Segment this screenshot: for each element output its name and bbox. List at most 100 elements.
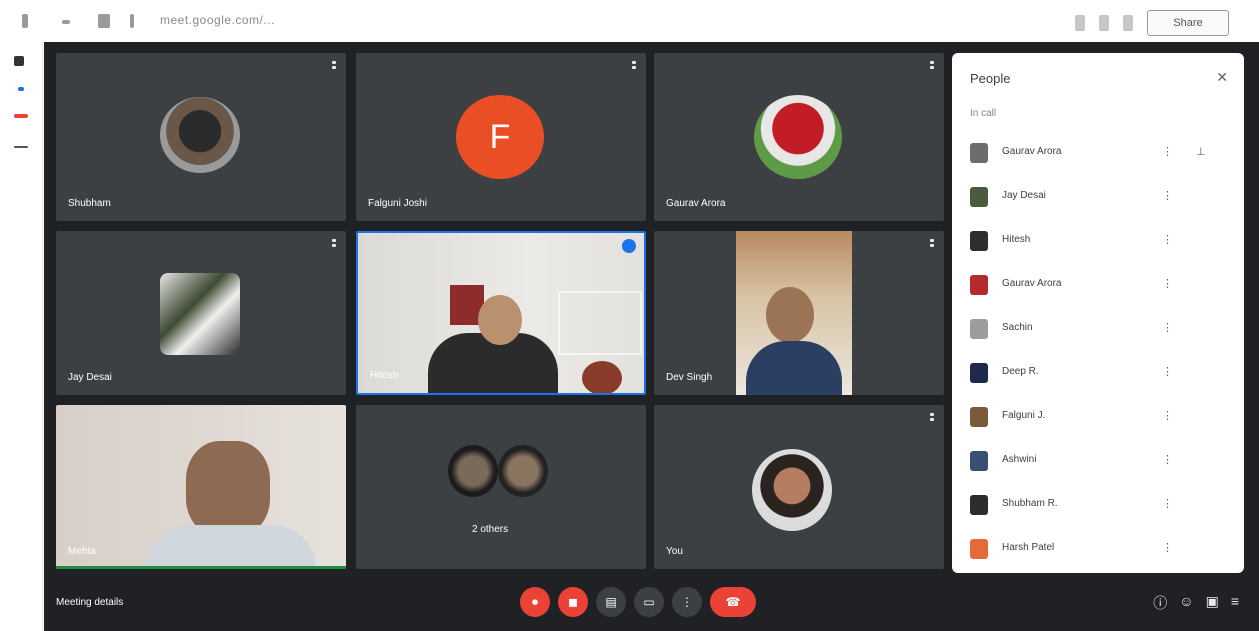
panel-title: People bbox=[970, 71, 1011, 86]
participant-avatar bbox=[970, 407, 988, 427]
participant-list-name: Jay Desai bbox=[1002, 190, 1046, 201]
people-icon[interactable]: ☺ bbox=[1179, 593, 1193, 613]
participant-list-name: Deep R. bbox=[1002, 366, 1039, 377]
left-rail bbox=[0, 42, 43, 631]
bookmark-icon[interactable] bbox=[1099, 15, 1109, 31]
participant-menu-icon[interactable]: ⋮ bbox=[1162, 365, 1173, 378]
participant-list-item[interactable]: Gaurav Arora ⋮ ⊥ bbox=[970, 141, 1230, 165]
participant-list-name: Hitesh bbox=[1002, 234, 1031, 245]
browser-toolbar: meet.google.com/... Share bbox=[0, 0, 1259, 42]
captions-button[interactable]: ▤ bbox=[596, 587, 626, 617]
participant-avatar bbox=[970, 451, 988, 471]
rail-icon[interactable] bbox=[18, 87, 24, 91]
bottom-bar: Meeting details ⏺ ◼ ▤ ▭ ⋮ ☎ ⓘ ☺ ▣ ≡ bbox=[44, 575, 1259, 631]
participant-tile[interactable]: Gaurav Arora bbox=[654, 53, 944, 221]
avatar bbox=[498, 445, 548, 497]
activities-icon[interactable]: ≡ bbox=[1231, 593, 1239, 613]
participant-menu-icon[interactable]: ⋮ bbox=[1162, 233, 1173, 246]
avatar bbox=[752, 449, 832, 531]
address-bar[interactable]: meet.google.com/... bbox=[160, 13, 275, 29]
participant-tile[interactable]: F Falguni Joshi bbox=[356, 53, 646, 221]
participant-list-item[interactable]: Ashwini ⋮ bbox=[970, 449, 1230, 473]
participant-name: You bbox=[666, 546, 683, 557]
participant-avatar bbox=[970, 539, 988, 559]
participant-tile[interactable]: Dev Singh bbox=[654, 231, 944, 395]
participant-list-item[interactable]: Falguni J. ⋮ bbox=[970, 405, 1230, 429]
participant-avatar bbox=[970, 495, 988, 515]
toolbar-actions: Share bbox=[1075, 10, 1229, 36]
more-options-icon[interactable] bbox=[332, 61, 336, 75]
back-icon[interactable] bbox=[62, 20, 70, 24]
participant-avatar bbox=[970, 231, 988, 251]
call-controls: ⏺ ◼ ▤ ▭ ⋮ ☎ bbox=[520, 587, 756, 617]
participant-name: Gaurav Arora bbox=[666, 198, 726, 209]
people-panel: People ✕ In call Gaurav Arora ⋮ ⊥ Jay Desai… bbox=[952, 53, 1244, 573]
participant-tile-active[interactable]: Hitesh bbox=[356, 231, 646, 395]
participant-name: Falguni Joshi bbox=[368, 198, 427, 209]
participant-list-name: Shubham R. bbox=[1002, 498, 1058, 509]
person-video bbox=[146, 525, 316, 569]
more-options-icon[interactable] bbox=[632, 61, 636, 75]
more-options-icon[interactable] bbox=[930, 239, 934, 253]
meeting-details[interactable]: Meeting details bbox=[56, 597, 123, 608]
info-icon[interactable]: ⓘ bbox=[1153, 593, 1167, 613]
menu-icon[interactable] bbox=[22, 14, 28, 28]
participant-list-item[interactable]: Hitesh ⋮ bbox=[970, 229, 1230, 253]
participant-menu-icon[interactable]: ⋮ bbox=[1162, 189, 1173, 202]
participant-list-name: Sachin bbox=[1002, 322, 1033, 333]
close-icon[interactable]: ✕ bbox=[1216, 69, 1228, 86]
profile-icon[interactable] bbox=[1123, 15, 1133, 31]
more-options-icon[interactable] bbox=[930, 61, 934, 75]
tab-icon[interactable] bbox=[98, 14, 110, 28]
participant-menu-icon[interactable]: ⋮ bbox=[1162, 409, 1173, 422]
person-face bbox=[186, 441, 270, 537]
participant-name: Shubham bbox=[68, 198, 111, 209]
participant-list-name: Harsh Patel bbox=[1002, 542, 1055, 553]
participant-tile[interactable]: Mehta bbox=[56, 405, 346, 569]
present-button[interactable]: ▭ bbox=[634, 587, 664, 617]
participant-name: Dev Singh bbox=[666, 372, 713, 383]
participant-list-item[interactable]: Jay Desai ⋮ bbox=[970, 185, 1230, 209]
participant-menu-icon[interactable]: ⋮ bbox=[1162, 453, 1173, 466]
participant-menu-icon[interactable]: ⋮ bbox=[1162, 321, 1173, 334]
avatar bbox=[448, 445, 498, 497]
more-options-icon[interactable] bbox=[332, 239, 336, 253]
chat-icon[interactable]: ▣ bbox=[1206, 593, 1219, 613]
more-options-button[interactable]: ⋮ bbox=[672, 587, 702, 617]
rail-divider bbox=[14, 146, 28, 148]
share-button[interactable]: Share bbox=[1147, 10, 1229, 36]
participant-list-item[interactable]: Gaurav Arora ⋮ bbox=[970, 273, 1230, 297]
participant-menu-icon[interactable]: ⋮ bbox=[1162, 145, 1173, 158]
participant-list-name: Ashwini bbox=[1002, 454, 1037, 465]
participant-list-item[interactable]: Sachin ⋮ bbox=[970, 317, 1230, 341]
avatar bbox=[160, 97, 240, 173]
reload-icon[interactable] bbox=[130, 14, 134, 28]
participant-list-item[interactable]: Deep R. ⋮ bbox=[970, 361, 1230, 385]
rail-icon[interactable] bbox=[14, 56, 24, 66]
participant-name: Jay Desai bbox=[68, 372, 112, 383]
participant-avatar bbox=[970, 363, 988, 383]
audio-indicator bbox=[56, 566, 346, 569]
person-face bbox=[766, 287, 814, 343]
participant-list-item[interactable]: Shubham R. ⋮ bbox=[970, 493, 1230, 517]
participant-tile[interactable]: 2 others bbox=[356, 405, 646, 569]
participant-menu-icon[interactable]: ⋮ bbox=[1162, 541, 1173, 554]
more-options-icon[interactable] bbox=[930, 413, 934, 427]
mic-off-button[interactable]: ⏺ bbox=[520, 587, 550, 617]
participant-menu-icon[interactable]: ⋮ bbox=[1162, 277, 1173, 290]
extension-icon[interactable] bbox=[1075, 15, 1085, 31]
participant-name: Mehta bbox=[68, 546, 96, 557]
participant-name: 2 others bbox=[472, 524, 509, 535]
rail-icon[interactable] bbox=[14, 114, 28, 118]
participant-menu-icon[interactable]: ⋮ bbox=[1162, 497, 1173, 510]
participant-list-name: Gaurav Arora bbox=[1002, 146, 1062, 157]
pin-icon[interactable]: ⊥ bbox=[1196, 145, 1206, 158]
participant-list-item[interactable]: Harsh Patel ⋮ bbox=[970, 537, 1230, 561]
camera-off-button[interactable]: ◼ bbox=[558, 587, 588, 617]
avatar bbox=[754, 95, 842, 179]
end-call-button[interactable]: ☎ bbox=[710, 587, 756, 617]
background-object bbox=[582, 361, 622, 393]
participant-tile[interactable]: Jay Desai bbox=[56, 231, 346, 395]
participant-tile[interactable]: Shubham bbox=[56, 53, 346, 221]
participant-tile[interactable]: You bbox=[654, 405, 944, 569]
